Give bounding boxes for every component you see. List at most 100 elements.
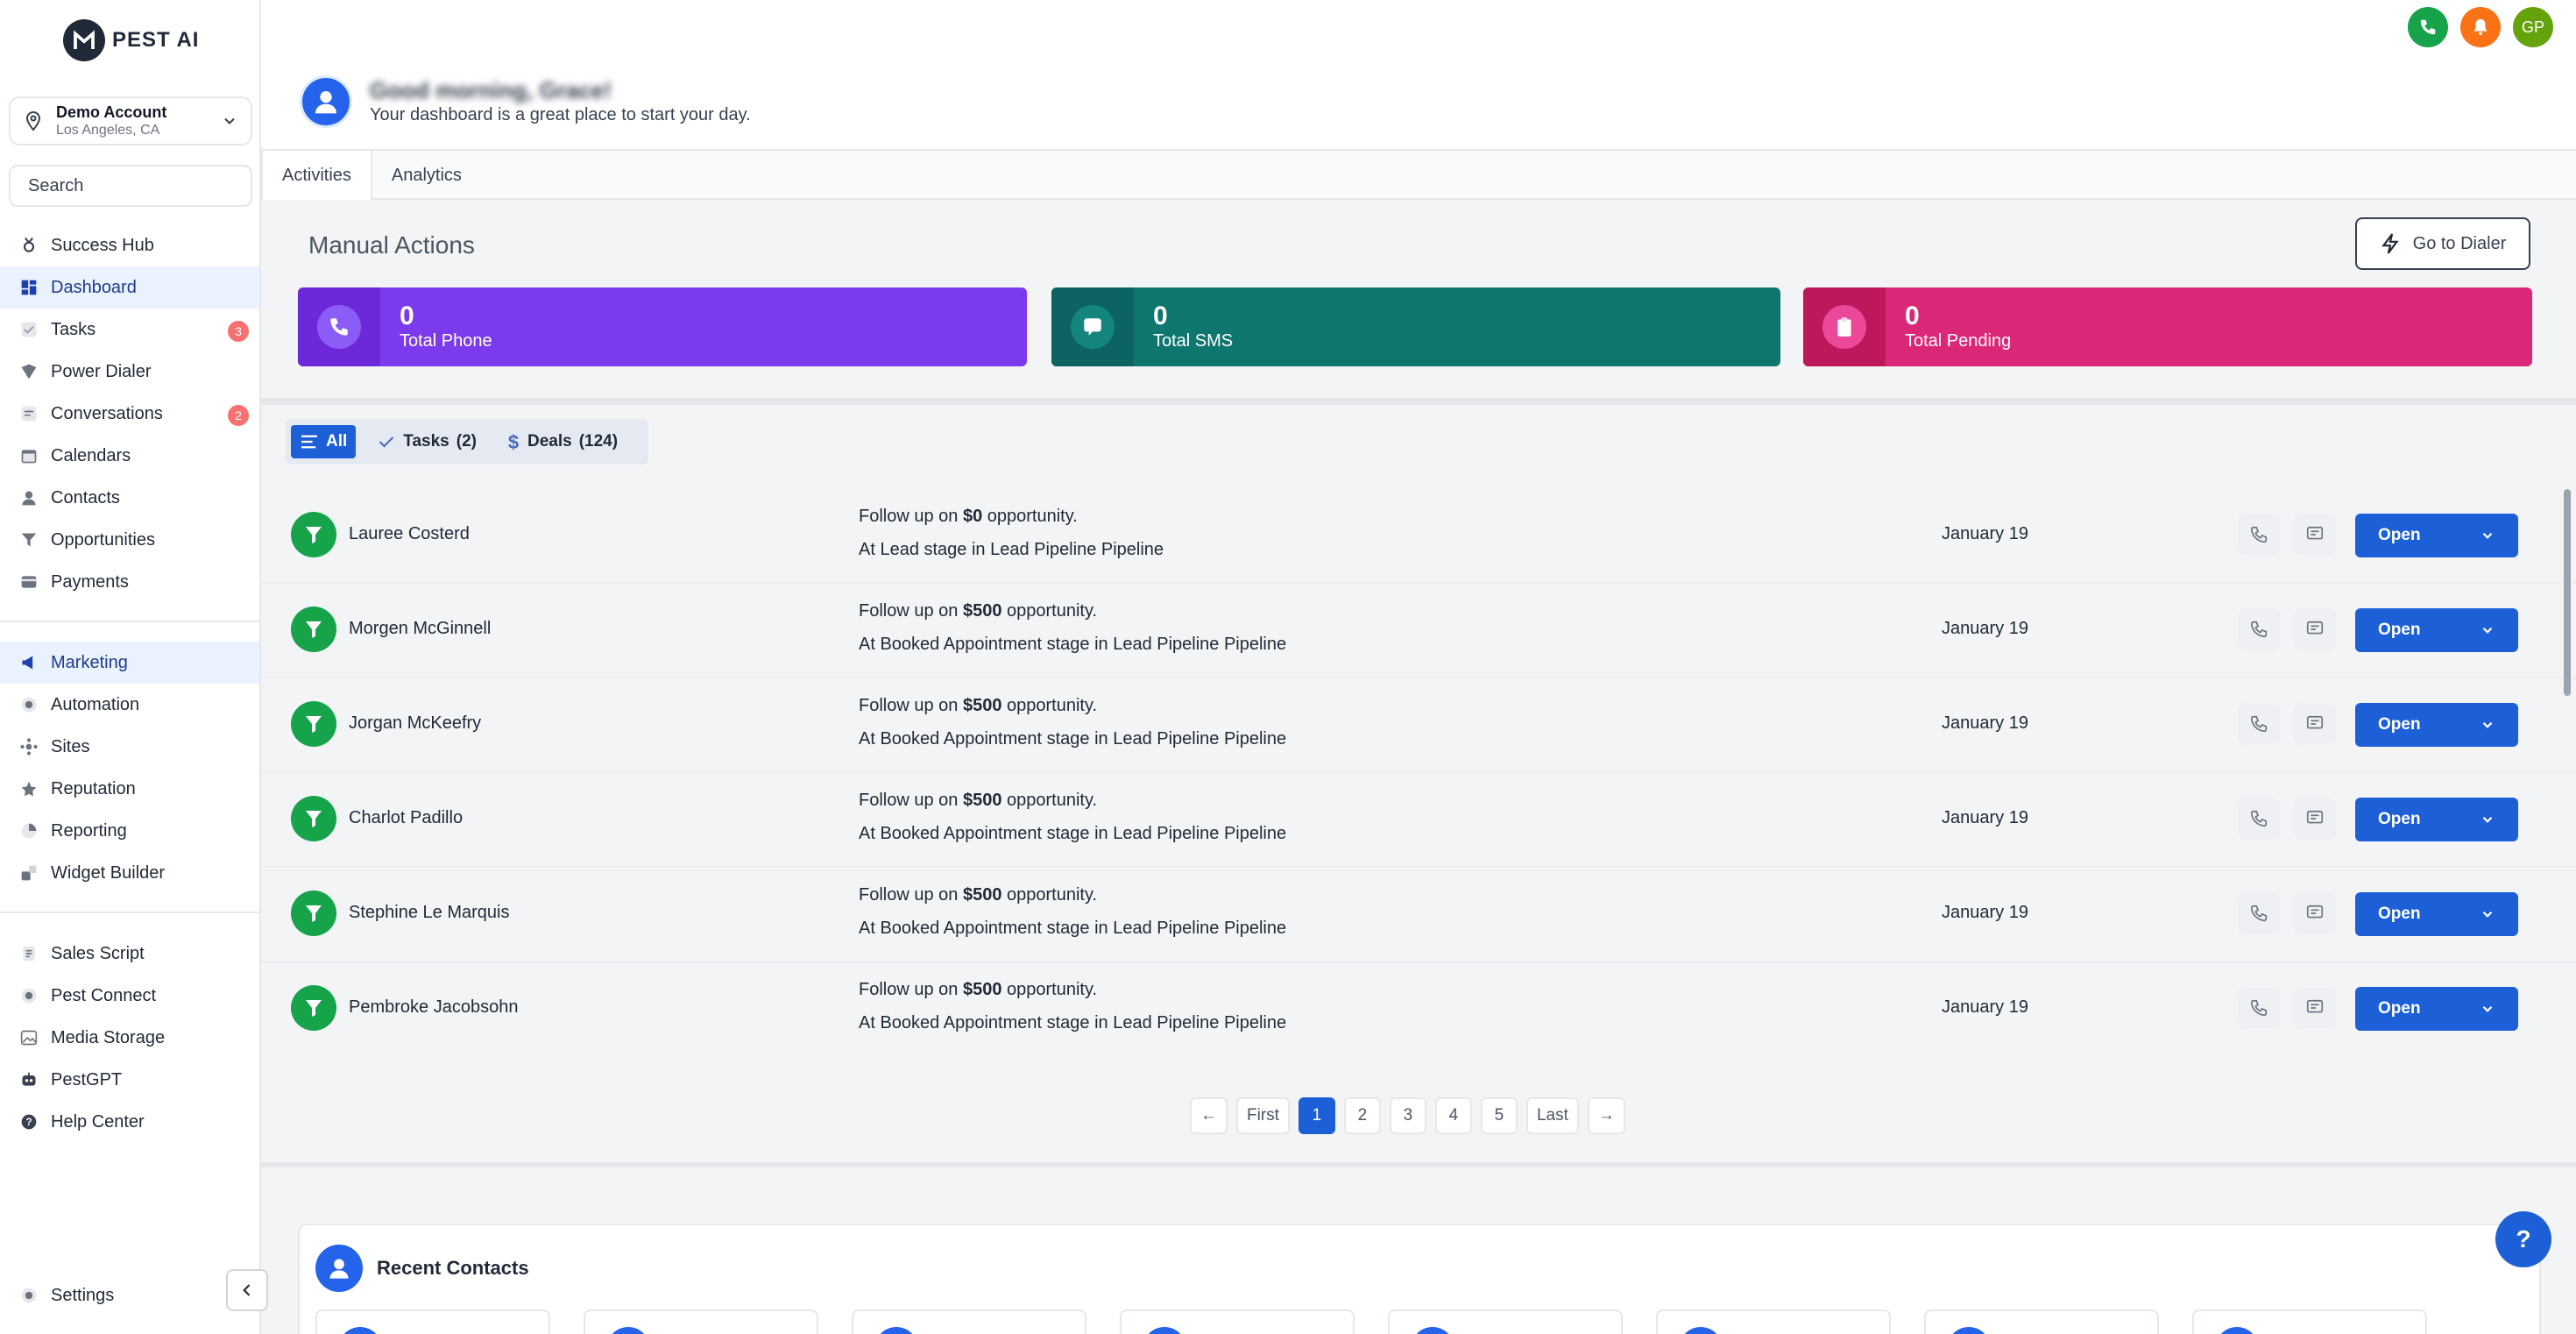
page-3-button[interactable]: 3 xyxy=(1389,1097,1426,1134)
filter-count: (2) xyxy=(456,432,477,451)
sidebar-item-contacts[interactable]: Contacts xyxy=(0,477,259,519)
sidebar-item-settings[interactable]: Settings xyxy=(0,1274,219,1316)
sidebar-divider xyxy=(0,912,259,913)
contact-card[interactable] xyxy=(315,1309,550,1334)
message-button[interactable] xyxy=(2294,892,2336,934)
sidebar-item-label: Help Center xyxy=(51,1111,145,1132)
sidebar-item-label: Marketing xyxy=(51,652,128,672)
help-icon: ? xyxy=(19,1112,39,1132)
contact-card[interactable] xyxy=(852,1309,1086,1334)
sidebar-item-pestgpt[interactable]: PestGPT xyxy=(0,1059,259,1101)
page-5-button[interactable]: 5 xyxy=(1480,1097,1518,1134)
chevron-down-icon xyxy=(2482,721,2493,728)
call-button[interactable] xyxy=(2238,892,2280,934)
sidebar-item-label: Pest Connect xyxy=(51,985,157,1005)
message-button[interactable] xyxy=(2294,514,2336,556)
sidebar-item-power-dialer[interactable]: Power Dialer xyxy=(0,351,259,393)
contact-card[interactable] xyxy=(1388,1309,1623,1334)
sidebar-item-label: Reporting xyxy=(51,820,127,841)
sidebar-item-pest-connect[interactable]: Pest Connect xyxy=(0,975,259,1017)
row-description: Follow up on $500 opportunity. xyxy=(859,980,1098,999)
contact-name[interactable]: Charlot Padillo xyxy=(349,808,463,828)
tab-activities[interactable]: Activities xyxy=(261,151,372,200)
sidebar-item-payments[interactable]: Payments xyxy=(0,561,259,603)
sidebar-item-label: Conversations xyxy=(51,403,163,423)
logo[interactable]: PEST AI xyxy=(63,18,199,63)
table-row: Charlot Padillo Follow up on $500 opport… xyxy=(261,773,2576,868)
open-button[interactable]: Open xyxy=(2355,892,2518,936)
sidebar-item-automation[interactable]: Automation xyxy=(0,684,259,726)
page-2-button[interactable]: 2 xyxy=(1343,1097,1381,1134)
open-button[interactable]: Open xyxy=(2355,608,2518,652)
call-button[interactable] xyxy=(2238,703,2280,745)
contact-name[interactable]: Morgen McGinnell xyxy=(349,619,491,639)
filter-tasks[interactable]: Tasks (2) xyxy=(368,425,485,458)
message-button[interactable] xyxy=(2294,798,2336,840)
sidebar-item-label: Success Hub xyxy=(51,235,154,255)
filter-all[interactable]: All xyxy=(291,425,357,458)
contact-name[interactable]: Lauree Costerd xyxy=(349,524,470,544)
avatar-initials: GP xyxy=(2521,18,2544,36)
next-page-button[interactable]: → xyxy=(1587,1097,1625,1134)
sidebar-item-label: Media Storage xyxy=(51,1027,166,1047)
sidebar-item-help-center[interactable]: ? Help Center xyxy=(0,1101,259,1143)
recent-contacts-panel: Recent Contacts xyxy=(298,1224,2541,1334)
sidebar-item-sales-script[interactable]: Sales Script xyxy=(0,933,259,975)
page-1-button[interactable]: 1 xyxy=(1298,1097,1335,1134)
open-button[interactable]: Open xyxy=(2355,987,2518,1031)
scrollbar-thumb[interactable] xyxy=(2564,489,2571,696)
sidebar-item-calendars[interactable]: Calendars xyxy=(0,435,259,477)
section-divider xyxy=(261,398,2576,405)
clipboard-icon xyxy=(1822,305,1866,349)
sidebar-item-widget-builder[interactable]: Widget Builder xyxy=(0,852,259,894)
contact-card[interactable] xyxy=(1120,1309,1355,1334)
sidebar-item-tasks[interactable]: Tasks 3 xyxy=(0,309,259,351)
contact-card[interactable] xyxy=(1924,1309,2159,1334)
contact-card[interactable] xyxy=(1656,1309,1891,1334)
contact-name[interactable]: Pembroke Jacobsohn xyxy=(349,997,518,1018)
user-avatar-button[interactable]: GP xyxy=(2513,7,2553,47)
contact-name[interactable]: Jorgan McKeefry xyxy=(349,713,481,734)
sidebar-item-reputation[interactable]: Reputation xyxy=(0,768,259,810)
open-button[interactable]: Open xyxy=(2355,514,2518,557)
account-switcher[interactable]: Demo Account Los Angeles, CA xyxy=(9,96,252,145)
call-button[interactable] xyxy=(2238,987,2280,1029)
top-bar: GP xyxy=(261,0,2576,54)
contact-name[interactable]: Stephine Le Marquis xyxy=(349,903,509,923)
sidebar-item-reporting[interactable]: Reporting xyxy=(0,810,259,852)
prev-page-button[interactable]: ← xyxy=(1190,1097,1228,1134)
contact-card[interactable] xyxy=(584,1309,818,1334)
chevron-down-icon xyxy=(2482,1005,2493,1012)
message-button[interactable] xyxy=(2294,703,2336,745)
notifications-button[interactable] xyxy=(2460,7,2501,47)
sidebar-item-label: Sites xyxy=(51,736,90,756)
contact-card[interactable] xyxy=(2192,1309,2427,1334)
filter-deals[interactable]: $ Deals (124) xyxy=(498,425,626,458)
call-button[interactable] xyxy=(2238,514,2280,556)
row-date: January 19 xyxy=(1942,713,2028,733)
scrollbar[interactable] xyxy=(2562,54,2572,1125)
tab-analytics[interactable]: Analytics xyxy=(372,151,481,200)
page-4-button[interactable]: 4 xyxy=(1434,1097,1472,1134)
call-button[interactable] xyxy=(2238,608,2280,650)
phone-icon xyxy=(2250,905,2268,922)
sidebar-item-dashboard[interactable]: Dashboard xyxy=(0,266,259,309)
sidebar-item-sites[interactable]: Sites xyxy=(0,726,259,768)
message-button[interactable] xyxy=(2294,608,2336,650)
go-to-dialer-button[interactable]: Go to Dialer xyxy=(2355,217,2530,270)
message-button[interactable] xyxy=(2294,987,2336,1029)
table-row: Morgen McGinnell Follow up on $500 oppor… xyxy=(261,584,2576,678)
phone-button[interactable] xyxy=(2408,7,2448,47)
sidebar-item-success-hub[interactable]: Success Hub xyxy=(0,224,259,266)
last-page-button[interactable]: Last xyxy=(1525,1097,1579,1134)
open-button[interactable]: Open xyxy=(2355,703,2518,747)
search-input[interactable] xyxy=(28,175,260,196)
sidebar-item-conversations[interactable]: Conversations 2 xyxy=(0,393,259,435)
call-button[interactable] xyxy=(2238,798,2280,840)
sidebar-item-marketing[interactable]: Marketing xyxy=(0,642,259,684)
sidebar-item-media-storage[interactable]: Media Storage xyxy=(0,1017,259,1059)
open-button[interactable]: Open xyxy=(2355,798,2518,841)
help-chat-button[interactable]: ? xyxy=(2495,1211,2551,1267)
first-page-button[interactable]: First xyxy=(1236,1097,1290,1134)
sidebar-item-opportunities[interactable]: Opportunities xyxy=(0,519,259,561)
